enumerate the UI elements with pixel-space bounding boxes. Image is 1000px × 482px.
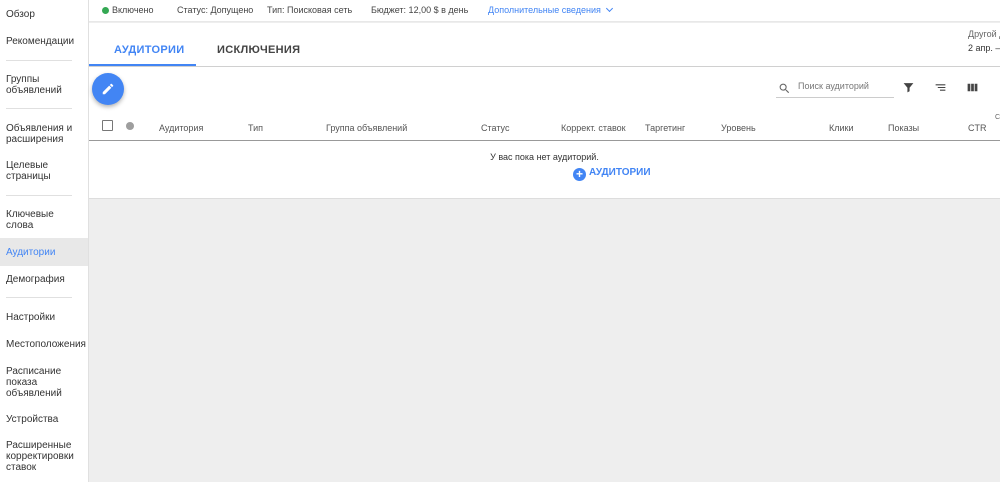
sidebar-item-ad-schedule[interactable]: Расписание показа объявлений [0, 366, 70, 399]
empty-state-message: У вас пока нет аудиторий. [490, 152, 599, 162]
tab-exclusions[interactable]: ИСКЛЮЧЕНИЯ [217, 44, 300, 56]
columns-icon[interactable] [966, 81, 979, 99]
enabled-dot-icon [102, 7, 109, 14]
sidebar-divider [6, 297, 72, 298]
status-dot-icon [126, 122, 134, 130]
sidebar-item-locations[interactable]: Местоположения [0, 339, 88, 350]
active-tab-indicator [89, 64, 196, 66]
enabled-status[interactable]: Включено [102, 5, 154, 15]
table-header: Аудитория Тип Группа объявлений Статус К… [89, 114, 1000, 141]
column-header-status[interactable]: Статус [481, 123, 509, 133]
more-details-toggle[interactable]: Дополнительные сведения [488, 4, 613, 15]
column-header-audience[interactable]: Аудитория [159, 123, 203, 133]
search-icon [779, 83, 790, 94]
campaign-status-bar: Включено Статус: Допущено Тип: Поисковая… [89, 0, 1000, 22]
sidebar-item-settings[interactable]: Настройки [0, 312, 88, 323]
sidebar-item-recommendations[interactable]: Рекомендации [0, 36, 88, 47]
campaign-budget: Бюджет: 12,00 $ в день [371, 5, 469, 15]
column-header-type[interactable]: Тип [248, 123, 263, 133]
sidebar-divider [6, 195, 72, 196]
search-input[interactable] [798, 81, 892, 91]
column-header-targeting[interactable]: Таргетинг [645, 123, 685, 133]
column-header-level[interactable]: Уровень [721, 123, 756, 133]
tab-audiences[interactable]: АУДИТОРИИ [114, 44, 184, 56]
sidebar-item-devices[interactable]: Устройства [0, 414, 88, 425]
tabs-bar: АУДИТОРИИ ИСКЛЮЧЕНИЯ Другой д 2 апр. – [89, 23, 1000, 67]
sidebar-item-overview[interactable]: Обзор [0, 9, 88, 20]
search-box [776, 79, 894, 98]
column-header-bid-adj[interactable]: Коррект. ставок [561, 123, 626, 133]
date-range-picker[interactable]: Другой д 2 апр. – [968, 29, 1000, 53]
sidebar-item-landing-pages[interactable]: Целевые страницы [0, 160, 60, 182]
column-header-clicks[interactable]: Клики [829, 123, 854, 133]
chevron-down-icon [605, 4, 613, 13]
sidebar-item-demographics[interactable]: Демография [0, 274, 88, 285]
column-header-ad-group[interactable]: Группа объявлений [326, 123, 407, 133]
sidebar-divider [6, 108, 72, 109]
sidebar-item-ad-groups[interactable]: Группы объявлений [0, 74, 70, 96]
segment-icon[interactable] [934, 81, 947, 99]
sidebar-item-keywords[interactable]: Ключевые слова [0, 209, 60, 231]
audiences-panel: Аудитория Тип Группа объявлений Статус К… [89, 67, 1000, 199]
sidebar-item-audiences[interactable]: Аудитории [0, 238, 88, 266]
add-audiences-button[interactable]: + АУДИТОРИИ [573, 167, 651, 181]
date-range-label: Другой д [968, 29, 1000, 39]
pencil-icon [102, 83, 114, 95]
date-range-value: 2 апр. – [968, 43, 1000, 53]
sidebar-item-ads-extensions[interactable]: Объявления и расширения [0, 123, 80, 145]
sidebar-item-advanced-bid-adjustments[interactable]: Расширенные корректировки ставок [0, 440, 80, 473]
edit-fab-button[interactable] [92, 73, 124, 105]
column-header-ctr[interactable]: CTR [968, 123, 987, 133]
column-header-impressions[interactable]: Показы [888, 123, 919, 133]
filter-icon[interactable] [902, 81, 915, 99]
plus-circle-icon: + [573, 168, 586, 181]
approval-status: Статус: Допущено [177, 5, 254, 15]
sidebar: Обзор Рекомендации Группы объявлений Объ… [0, 0, 89, 482]
column-header-clipped: С [995, 114, 1000, 121]
campaign-type: Тип: Поисковая сеть [267, 5, 353, 15]
sidebar-divider [6, 60, 72, 61]
select-all-checkbox[interactable] [102, 120, 113, 131]
